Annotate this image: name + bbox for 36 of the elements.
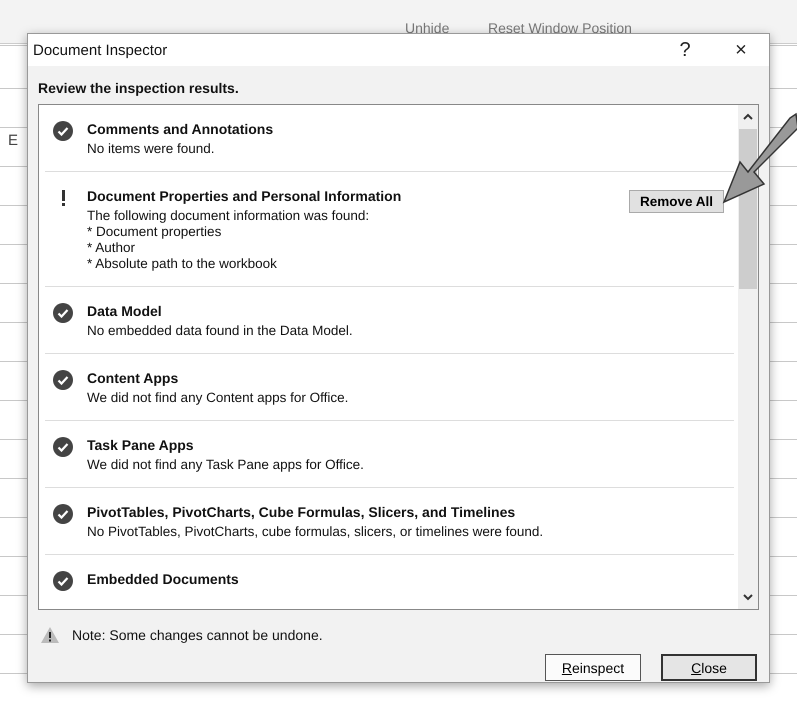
result-title: PivotTables, PivotCharts, Cube Formulas, Slicers, and Timelines: [87, 504, 516, 520]
check-icon: [53, 437, 73, 457]
result-title: Content Apps: [87, 370, 180, 386]
result-text: No embedded data found in the Data Model.: [87, 323, 353, 338]
warning-icon: [40, 626, 60, 644]
note-text: Note: Some changes cannot be undone.: [72, 627, 323, 643]
result-text: * Document properties: [87, 224, 222, 239]
result-title: Comments and Annotations: [87, 121, 274, 137]
dialog-button[interactable]: Reinspect: [545, 654, 641, 681]
dialog-title: Document Inspector: [33, 42, 168, 58]
check-icon: [53, 121, 73, 141]
ribbon-label[interactable]: Unhide: [405, 20, 450, 36]
result-text: The following document information was found:: [87, 208, 370, 223]
close-button[interactable]: ×: [713, 34, 769, 66]
instruction-text: Review the inspection results.: [38, 80, 240, 96]
column-header: E: [8, 132, 18, 149]
result-text: * Absolute path to the workbook: [87, 256, 278, 271]
check-icon: [53, 571, 73, 591]
help-button[interactable]: ?: [657, 34, 713, 66]
result-text: * Author: [87, 240, 136, 255]
result-text: No items were found.: [87, 141, 216, 156]
result-text: No PivotTables, PivotCharts, cube formulas, slicers, or timelines were found.: [87, 524, 544, 539]
check-icon: [53, 303, 73, 323]
remove-all-button[interactable]: Remove All: [628, 190, 724, 213]
result-title: Document Properties and Personal Information: [87, 188, 402, 204]
result-title: Embedded Documents: [87, 571, 239, 587]
check-icon: [53, 504, 73, 524]
result-title: Task Pane Apps: [87, 437, 195, 453]
exclamation-icon: [62, 190, 64, 206]
check-icon: [53, 370, 73, 390]
scrollbar[interactable]: [738, 105, 758, 609]
result-text: We did not find any Content apps for Office.: [87, 390, 348, 405]
result-title: Data Model: [87, 303, 163, 319]
result-text: We did not find any Task Pane apps for Office.: [87, 457, 364, 472]
ribbon-label[interactable]: Reset Window Position: [488, 20, 632, 36]
dialog-button[interactable]: Close: [661, 654, 757, 681]
